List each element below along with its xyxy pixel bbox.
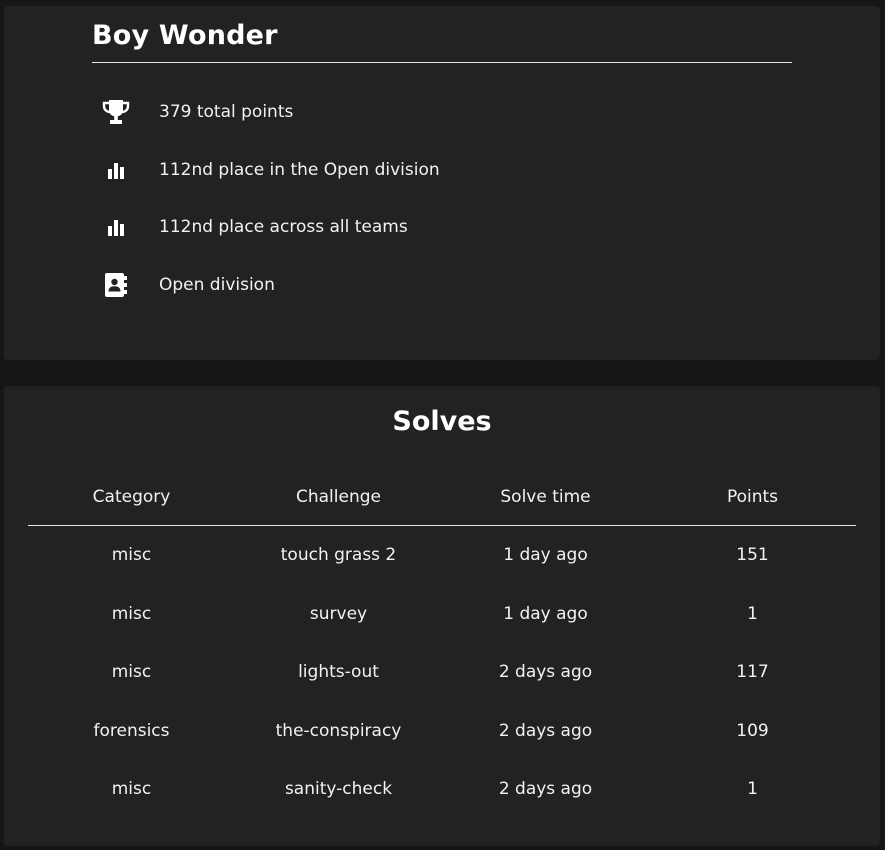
column-header-solve-time: Solve time (442, 468, 649, 526)
cell-solve-time: 2 days ago (498, 720, 593, 741)
column-header-points: Points (649, 468, 856, 526)
solves-title: Solves (392, 406, 492, 437)
bar-chart-icon (96, 153, 136, 187)
cell-category: misc (111, 779, 152, 800)
cell-category: misc (111, 545, 152, 566)
bar-chart-icon (96, 210, 136, 244)
cell-solve-time: 1 day ago (503, 545, 588, 566)
cell-challenge: the-conspiracy (275, 720, 402, 741)
stat-text: 379 total points (159, 102, 294, 122)
stat-text: 112nd place in the Open division (159, 160, 440, 180)
stat-overall-rank: 112nd place across all teams (96, 210, 408, 244)
cell-points: 151 (736, 545, 769, 566)
stat-division: Open division (96, 268, 275, 302)
contact-book-icon (96, 268, 136, 302)
cell-challenge: touch grass 2 (280, 545, 397, 566)
team-profile-card: Boy Wonder 379 total points 112nd place … (4, 6, 880, 360)
solves-table: Category Challenge Solve time Points mis… (28, 468, 856, 819)
team-name: Boy Wonder (92, 20, 278, 51)
stat-text: Open division (159, 275, 275, 295)
trophy-icon (96, 95, 136, 129)
cell-points: 1 (747, 779, 758, 800)
cell-solve-time: 1 day ago (503, 603, 588, 624)
cell-points: 1 (747, 603, 758, 624)
stat-total-points: 379 total points (96, 95, 293, 129)
solves-card: Solves Category Challenge Solve time Poi… (4, 386, 880, 846)
table-row: misc lights-out 2 days ago 117 (28, 643, 856, 702)
table-row: misc survey 1 day ago 1 (28, 585, 856, 644)
cell-challenge: lights-out (298, 662, 379, 683)
cell-challenge: sanity-check (284, 779, 393, 800)
cell-solve-time: 2 days ago (498, 779, 593, 800)
cell-points: 109 (736, 720, 769, 741)
cell-challenge: survey (309, 603, 368, 624)
table-row: misc sanity-check 2 days ago 1 (28, 760, 856, 819)
column-header-challenge: Challenge (235, 468, 442, 526)
cell-solve-time: 2 days ago (498, 662, 593, 683)
table-row: forensics the-conspiracy 2 days ago 109 (28, 702, 856, 761)
column-header-category: Category (28, 468, 235, 526)
stat-division-rank: 112nd place in the Open division (96, 153, 440, 187)
table-row: misc touch grass 2 1 day ago 151 (28, 526, 856, 585)
cell-category: forensics (93, 720, 170, 741)
title-divider (92, 62, 792, 63)
stat-text: 112nd place across all teams (159, 217, 408, 237)
cell-category: misc (111, 662, 152, 683)
cell-category: misc (111, 603, 152, 624)
table-header-row: Category Challenge Solve time Points (28, 468, 856, 526)
cell-points: 117 (736, 662, 769, 683)
